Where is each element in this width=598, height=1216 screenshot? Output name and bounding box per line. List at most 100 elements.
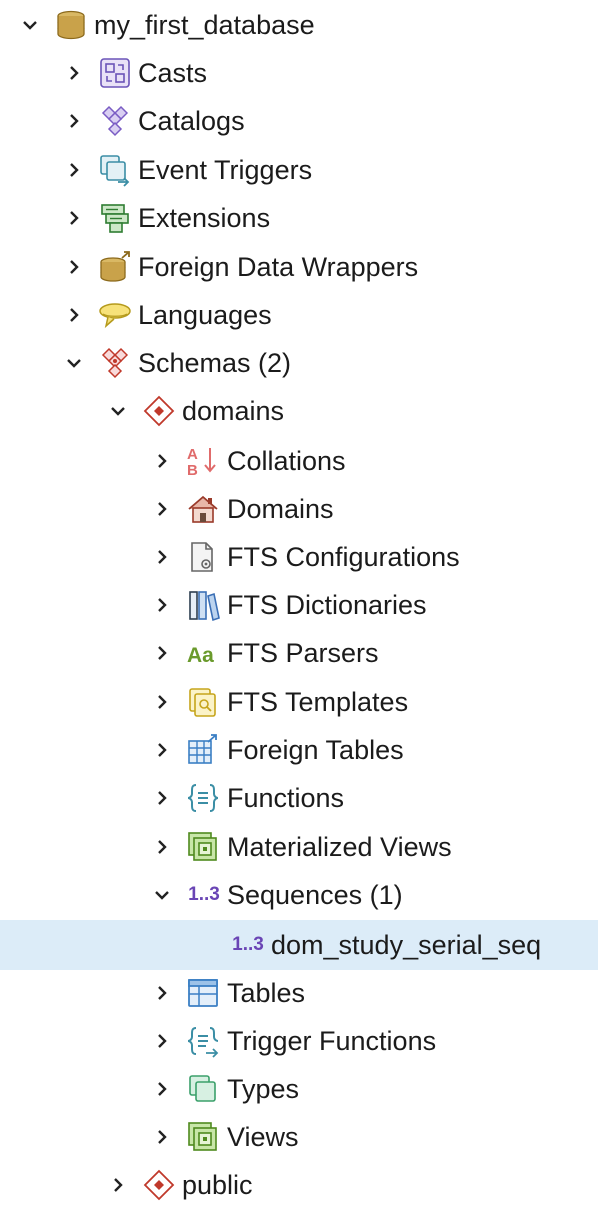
- types-icon: [186, 1072, 220, 1106]
- chevron-right-icon[interactable]: [150, 545, 174, 569]
- tree-node-label: Sequences (1): [227, 880, 403, 910]
- schema-icon: [142, 1168, 176, 1202]
- chevron-right-icon[interactable]: [150, 786, 174, 810]
- tables-icon: [186, 976, 220, 1010]
- tree-node-domains[interactable]: Domains: [0, 484, 598, 534]
- tree-node-label: Collations: [227, 446, 346, 476]
- tree-node-views[interactable]: Views: [0, 1112, 598, 1162]
- tree-node-label: FTS Templates: [227, 687, 409, 717]
- chevron-right-icon[interactable]: [150, 1125, 174, 1149]
- tree-node-label: Trigger Functions: [227, 1026, 437, 1056]
- tree-node-label: public: [182, 1170, 253, 1200]
- chevron-right-icon[interactable]: [150, 1029, 174, 1053]
- foreign-tables-icon: [186, 733, 220, 767]
- svg-text:B: B: [187, 462, 198, 478]
- tree-node-trigger-functions[interactable]: Trigger Functions: [0, 1016, 598, 1066]
- tree-node-label: Functions: [227, 783, 345, 813]
- tree-node-event-triggers[interactable]: Event Triggers: [0, 145, 598, 195]
- chevron-right-icon[interactable]: [150, 738, 174, 762]
- tree-node-types[interactable]: Types: [0, 1064, 598, 1114]
- database-icon: [54, 8, 88, 42]
- tree-node-label: Extensions: [138, 203, 271, 233]
- chevron-down-icon[interactable]: [18, 13, 42, 37]
- casts-icon: [98, 56, 132, 90]
- foreign-data-wrappers-icon: [98, 250, 132, 284]
- fts-parsers-icon: Aa: [186, 636, 220, 670]
- chevron-right-icon[interactable]: [62, 109, 86, 133]
- tree-node-foreign-data-wrappers[interactable]: Foreign Data Wrappers: [0, 242, 598, 292]
- tree-node-fts-configurations[interactable]: FTS Configurations: [0, 532, 598, 582]
- chevron-right-icon[interactable]: [62, 206, 86, 230]
- tree-node-label: Foreign Tables: [227, 735, 404, 765]
- tree-node-schema-public[interactable]: public: [0, 1160, 598, 1210]
- event-triggers-icon: [98, 153, 132, 187]
- tree-node-schema-domains[interactable]: domains: [0, 386, 598, 436]
- tree-node-label: Schemas (2): [138, 348, 292, 378]
- views-icon: [186, 1120, 220, 1154]
- tree-node-sequence-selected[interactable]: 1..3 dom_study_serial_seq: [0, 920, 598, 970]
- tree-node-sequences[interactable]: 1..3 Sequences (1): [0, 870, 598, 920]
- tree-node-label: Casts: [138, 58, 208, 88]
- tree-node-label: Domains: [227, 494, 334, 524]
- materialized-views-icon: [186, 830, 220, 864]
- fts-configurations-icon: [186, 540, 220, 574]
- tree-node-label: FTS Configurations: [227, 542, 460, 572]
- object-browser-tree: my_first_database Casts Catalogs Event T…: [0, 0, 598, 1216]
- chevron-right-icon[interactable]: [150, 497, 174, 521]
- tree-node-database[interactable]: my_first_database: [0, 0, 598, 50]
- chevron-right-icon[interactable]: [106, 1173, 130, 1197]
- tree-node-functions[interactable]: Functions: [0, 773, 598, 823]
- tree-node-fts-dictionaries[interactable]: FTS Dictionaries: [0, 580, 598, 630]
- extensions-icon: [98, 201, 132, 235]
- tree-node-tables[interactable]: Tables: [0, 968, 598, 1018]
- tree-node-collations[interactable]: A B Collations: [0, 436, 598, 486]
- schema-icon: [142, 394, 176, 428]
- tree-node-label: my_first_database: [94, 10, 315, 40]
- sequence-icon: 1..3: [232, 934, 264, 955]
- chevron-right-icon[interactable]: [62, 303, 86, 327]
- tree-node-extensions[interactable]: Extensions: [0, 193, 598, 243]
- chevron-right-icon[interactable]: [150, 449, 174, 473]
- chevron-right-icon[interactable]: [150, 593, 174, 617]
- svg-text:A: A: [187, 446, 198, 463]
- chevron-right-icon[interactable]: [62, 255, 86, 279]
- chevron-down-icon[interactable]: [106, 399, 130, 423]
- tree-node-label: Event Triggers: [138, 155, 313, 185]
- chevron-right-icon[interactable]: [150, 835, 174, 859]
- catalogs-icon: [98, 104, 132, 138]
- domains-icon: [186, 492, 220, 526]
- tree-node-label: Foreign Data Wrappers: [138, 252, 419, 282]
- tree-node-label: domains: [182, 396, 285, 426]
- tree-node-languages[interactable]: Languages: [0, 290, 598, 340]
- tree-node-materialized-views[interactable]: Materialized Views: [0, 822, 598, 872]
- chevron-down-icon[interactable]: [62, 351, 86, 375]
- tree-node-fts-parsers[interactable]: Aa FTS Parsers: [0, 628, 598, 678]
- tree-node-label: Views: [227, 1122, 299, 1152]
- tree-node-casts[interactable]: Casts: [0, 48, 598, 98]
- collations-icon: A B: [186, 444, 220, 478]
- chevron-right-icon[interactable]: [62, 158, 86, 182]
- functions-icon: [186, 781, 220, 815]
- tree-node-fts-templates[interactable]: FTS Templates: [0, 677, 598, 727]
- tree-node-label: Types: [227, 1074, 300, 1104]
- tree-node-label: Catalogs: [138, 106, 245, 136]
- chevron-right-icon[interactable]: [150, 981, 174, 1005]
- tree-node-label: FTS Dictionaries: [227, 590, 427, 620]
- tree-node-foreign-tables[interactable]: Foreign Tables: [0, 725, 598, 775]
- languages-icon: [98, 298, 132, 332]
- tree-node-label: dom_study_serial_seq: [271, 930, 542, 960]
- tree-node-catalogs[interactable]: Catalogs: [0, 96, 598, 146]
- tree-node-label: Materialized Views: [227, 832, 452, 862]
- tree-node-schemas[interactable]: Schemas (2): [0, 338, 598, 388]
- svg-text:Aa: Aa: [187, 644, 214, 667]
- chevron-down-icon[interactable]: [150, 883, 174, 907]
- chevron-right-icon[interactable]: [150, 1077, 174, 1101]
- fts-templates-icon: [186, 685, 220, 719]
- fts-dictionaries-icon: [186, 588, 220, 622]
- schemas-icon: [98, 346, 132, 380]
- chevron-right-icon[interactable]: [150, 690, 174, 714]
- chevron-right-icon[interactable]: [62, 61, 86, 85]
- tree-node-label: FTS Parsers: [227, 638, 379, 668]
- chevron-right-icon[interactable]: [150, 641, 174, 665]
- trigger-functions-icon: [186, 1024, 220, 1058]
